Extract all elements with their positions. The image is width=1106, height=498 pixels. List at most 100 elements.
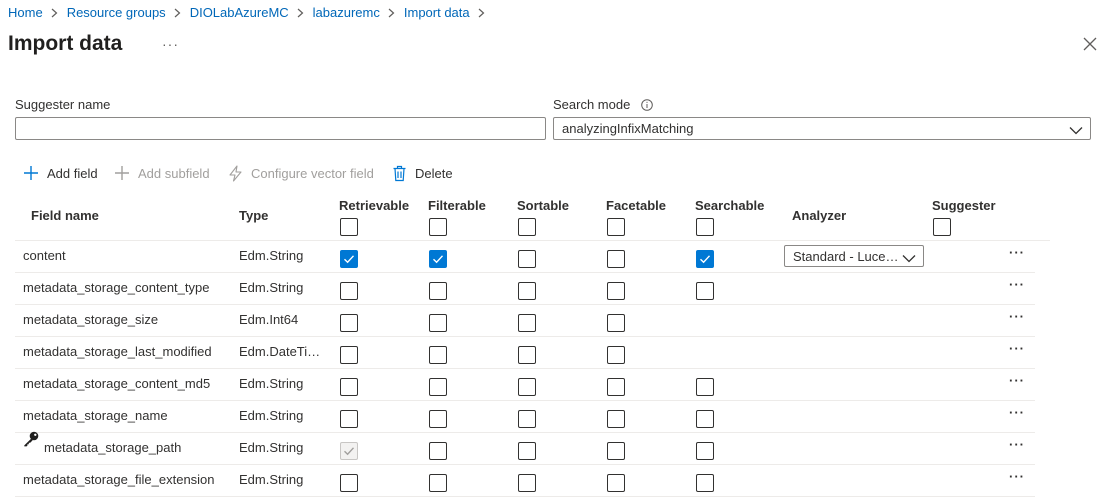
facetable-checkbox[interactable] — [607, 314, 625, 332]
filterable-checkbox[interactable] — [429, 378, 447, 396]
retrievable-checkbox[interactable] — [340, 378, 358, 396]
plus-icon — [115, 166, 129, 180]
sortable-checkbox[interactable] — [518, 346, 536, 364]
sortable-checkbox[interactable] — [518, 250, 536, 268]
column-header-filterable[interactable]: Filterable — [428, 198, 486, 213]
sortable-checkbox[interactable] — [518, 378, 536, 396]
breadcrumb: Home Resource groups DIOLabAzureMC labaz… — [8, 5, 494, 20]
add-field-button[interactable]: Add field — [23, 164, 98, 182]
searchable-checkbox[interactable] — [696, 378, 714, 396]
filterable-checkbox[interactable] — [429, 250, 447, 268]
row-more-button[interactable]: ··· — [1009, 341, 1025, 356]
field-name: metadata_storage_path — [44, 440, 182, 455]
row-divider — [15, 272, 1035, 273]
add-subfield-label: Add subfield — [138, 165, 210, 181]
facetable-checkbox[interactable] — [607, 378, 625, 396]
select-all-retrievable-checkbox[interactable] — [340, 218, 358, 236]
field-name: metadata_storage_name — [23, 408, 168, 423]
column-header-retrievable[interactable]: Retrievable — [339, 198, 409, 213]
searchable-checkbox[interactable] — [696, 474, 714, 492]
chevron-down-icon — [902, 251, 916, 266]
facetable-checkbox[interactable] — [607, 250, 625, 268]
filterable-checkbox[interactable] — [429, 474, 447, 492]
sortable-checkbox[interactable] — [518, 410, 536, 428]
filterable-checkbox[interactable] — [429, 410, 447, 428]
breadcrumb-service[interactable]: labazuremc — [313, 5, 380, 20]
lightning-icon — [229, 164, 242, 182]
sortable-checkbox[interactable] — [518, 474, 536, 492]
row-more-button[interactable]: ··· — [1009, 277, 1025, 292]
facetable-checkbox[interactable] — [607, 410, 625, 428]
field-type: Edm.String — [239, 248, 304, 263]
select-all-filterable-checkbox[interactable] — [429, 218, 447, 236]
configure-vector-field-label: Configure vector field — [251, 165, 374, 181]
row-divider — [15, 304, 1035, 305]
row-more-button[interactable]: ··· — [1009, 469, 1025, 484]
retrievable-checkbox[interactable] — [340, 410, 358, 428]
field-name: metadata_storage_size — [23, 312, 159, 327]
field-type: Edm.Int64 — [239, 312, 299, 327]
breadcrumb-import-data[interactable]: Import data — [404, 5, 470, 20]
searchable-checkbox[interactable] — [696, 282, 714, 300]
delete-label: Delete — [415, 165, 453, 181]
row-divider — [15, 400, 1035, 401]
suggester-name-input[interactable] — [15, 117, 546, 140]
column-header-sortable[interactable]: Sortable — [517, 198, 569, 213]
retrievable-checkbox[interactable] — [340, 474, 358, 492]
select-all-sortable-checkbox[interactable] — [518, 218, 536, 236]
field-type: Edm.String — [239, 280, 304, 295]
breadcrumb-resource-group[interactable]: DIOLabAzureMC — [190, 5, 289, 20]
filterable-checkbox[interactable] — [429, 442, 447, 460]
filterable-checkbox[interactable] — [429, 314, 447, 332]
filterable-checkbox[interactable] — [429, 346, 447, 364]
column-header-field-name[interactable]: Field name — [31, 208, 99, 223]
sortable-checkbox[interactable] — [518, 282, 536, 300]
column-header-analyzer[interactable]: Analyzer — [792, 208, 846, 223]
close-icon[interactable] — [1083, 37, 1101, 55]
suggester-name-label: Suggester name — [15, 97, 111, 112]
search-mode-value: analyzingInfixMatching — [562, 121, 694, 136]
field-type: Edm.String — [239, 440, 304, 455]
column-header-suggester[interactable]: Suggester — [932, 198, 996, 213]
configure-vector-field-button[interactable]: Configure vector field — [228, 164, 374, 182]
facetable-checkbox[interactable] — [607, 442, 625, 460]
search-mode-label: Search mode — [553, 97, 653, 114]
facetable-checkbox[interactable] — [607, 346, 625, 364]
row-more-button[interactable]: ··· — [1009, 373, 1025, 388]
breadcrumb-home[interactable]: Home — [8, 5, 43, 20]
row-more-button[interactable]: ··· — [1009, 437, 1025, 452]
retrievable-checkbox[interactable] — [340, 282, 358, 300]
searchable-checkbox[interactable] — [696, 442, 714, 460]
analyzer-value: Standard - Luce… — [793, 249, 899, 264]
info-icon[interactable] — [641, 99, 653, 114]
facetable-checkbox[interactable] — [607, 474, 625, 492]
sortable-checkbox[interactable] — [518, 442, 536, 460]
add-subfield-button[interactable]: Add subfield — [114, 164, 210, 182]
select-all-suggester-checkbox[interactable] — [933, 218, 951, 236]
facetable-checkbox[interactable] — [607, 282, 625, 300]
column-header-searchable[interactable]: Searchable — [695, 198, 764, 213]
column-header-type[interactable]: Type — [239, 208, 268, 223]
retrievable-checkbox[interactable] — [340, 346, 358, 364]
search-mode-dropdown[interactable]: analyzingInfixMatching — [553, 117, 1091, 140]
filterable-checkbox[interactable] — [429, 282, 447, 300]
searchable-checkbox[interactable] — [696, 250, 714, 268]
analyzer-dropdown[interactable]: Standard - Luce… — [784, 245, 924, 267]
retrievable-checkbox[interactable] — [340, 250, 358, 268]
select-all-searchable-checkbox[interactable] — [696, 218, 714, 236]
row-more-button[interactable]: ··· — [1009, 405, 1025, 420]
delete-button[interactable]: Delete — [392, 164, 453, 182]
field-type: Edm.DateTi… — [239, 344, 321, 359]
breadcrumb-resource-groups[interactable]: Resource groups — [67, 5, 166, 20]
plus-icon — [24, 166, 38, 180]
row-divider — [15, 368, 1035, 369]
row-more-button[interactable]: ··· — [1009, 245, 1025, 260]
row-more-button[interactable]: ··· — [1009, 309, 1025, 324]
sortable-checkbox[interactable] — [518, 314, 536, 332]
select-all-facetable-checkbox[interactable] — [607, 218, 625, 236]
more-options-button[interactable]: ··· — [162, 36, 179, 52]
key-icon — [23, 431, 39, 452]
searchable-checkbox[interactable] — [696, 410, 714, 428]
column-header-facetable[interactable]: Facetable — [606, 198, 666, 213]
retrievable-checkbox[interactable] — [340, 314, 358, 332]
